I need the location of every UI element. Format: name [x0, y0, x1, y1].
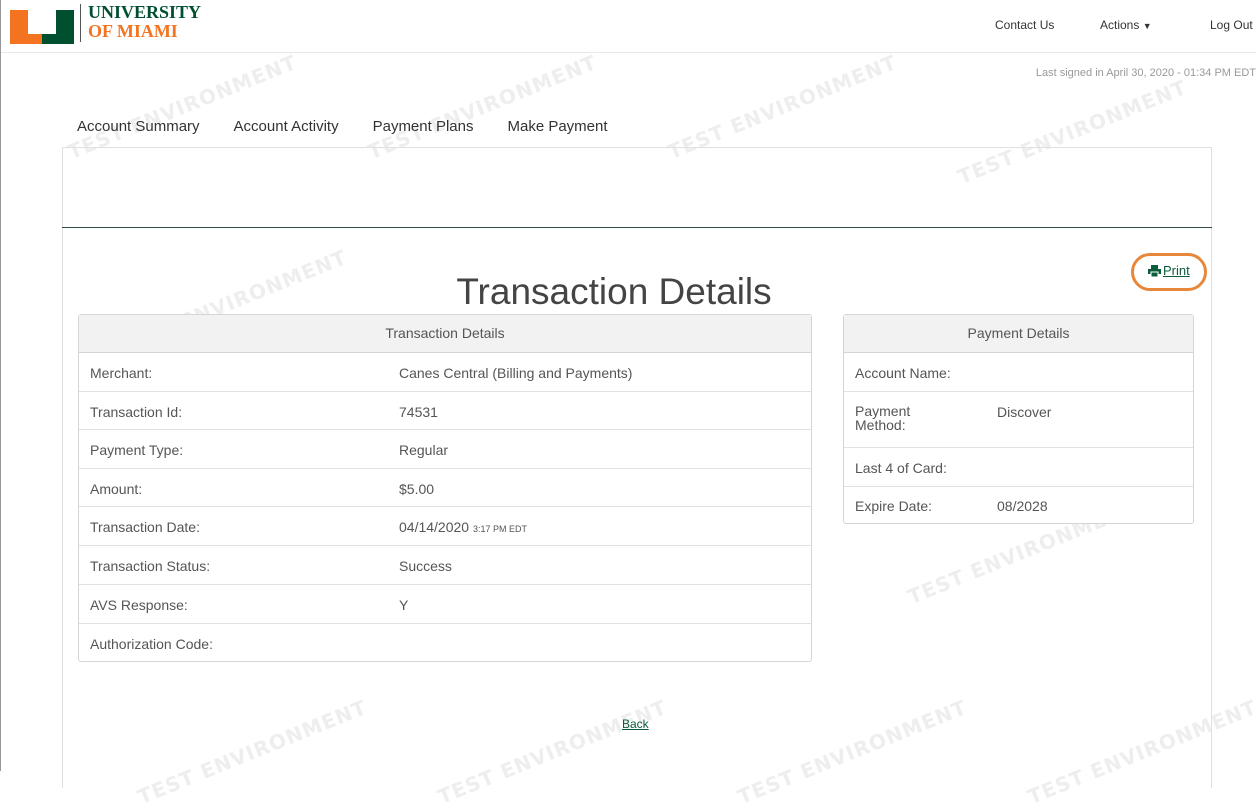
row-value: Y [399, 597, 409, 613]
transaction-date: 04/14/2020 [399, 519, 470, 535]
tab-payment-plans[interactable]: Payment Plans [373, 118, 474, 135]
row-label: Expire Date: [855, 498, 933, 514]
table-row: Amount: $5.00 [79, 469, 811, 507]
row-label: Transaction Id: [90, 404, 183, 420]
row-value: $5.00 [399, 481, 435, 497]
row-label: Payment Method: [855, 403, 911, 433]
table-row: Last 4 of Card: [844, 448, 1193, 487]
table-row: Transaction Id: 74531 [79, 392, 811, 430]
print-label: Print [1163, 263, 1190, 278]
tab-account-activity[interactable]: Account Activity [234, 118, 339, 135]
tab-account-summary[interactable]: Account Summary [77, 118, 200, 135]
table-row: Account Name: [844, 353, 1193, 392]
actions-label: Actions [1100, 18, 1140, 32]
row-value: 74531 [399, 404, 438, 420]
back-link[interactable]: Back [622, 717, 649, 731]
table-row: Transaction Status: Success [79, 546, 811, 585]
window-edge [0, 0, 1, 771]
logo-line1: UNIVERSITY [88, 2, 202, 22]
transaction-details-panel: Transaction Details Merchant: Canes Cent… [78, 314, 812, 662]
print-highlight: Print [1131, 253, 1207, 291]
contact-us-link[interactable]: Contact Us [995, 18, 1054, 32]
row-label: Authorization Code: [90, 636, 213, 652]
row-value: Success [399, 558, 452, 574]
table-row: AVS Response: Y [79, 585, 811, 624]
main-tabs: Account Summary Account Activity Payment… [77, 118, 642, 135]
row-value: Regular [399, 442, 449, 458]
row-label: Transaction Date: [90, 519, 200, 535]
table-row: Expire Date: 08/2028 [844, 487, 1193, 523]
row-label: Amount: [90, 481, 143, 497]
university-wordmark[interactable]: UNIVERSITY OF MIAMI [88, 3, 201, 41]
university-logo-icon[interactable] [10, 10, 74, 44]
logo-line2: OF MIAMI [88, 21, 178, 41]
last-signed-in: Last signed in April 30, 2020 - 01:34 PM… [1035, 67, 1256, 79]
row-label: Last 4 of Card: [855, 460, 947, 476]
printer-icon [1148, 264, 1161, 277]
payment-details-heading: Payment Details [844, 315, 1193, 353]
row-label: Account Name: [855, 365, 951, 381]
card-divider [62, 227, 1212, 228]
table-row: Transaction Date: 04/14/2020 3:17 PM EDT [79, 507, 811, 546]
row-label: Payment Type: [90, 442, 184, 458]
row-label: AVS Response: [90, 597, 188, 613]
logout-link[interactable]: Log Out [1210, 18, 1253, 32]
table-row: Payment Type: Regular [79, 430, 811, 469]
top-header: UNIVERSITY OF MIAMI Contact Us Actions ▼… [0, 0, 1256, 53]
caret-down-icon: ▼ [1142, 21, 1152, 31]
transaction-time: 3:17 PM EDT [472, 524, 527, 534]
row-value: Discover [997, 404, 1052, 420]
transaction-details-heading: Transaction Details [79, 315, 811, 353]
table-row: Payment Method: Discover [844, 392, 1193, 448]
print-link[interactable]: Print [1148, 263, 1190, 278]
row-value: 08/2028 [997, 498, 1048, 514]
table-row: Authorization Code: [79, 624, 811, 661]
actions-menu[interactable]: Actions ▼ [1100, 18, 1152, 32]
table-row: Merchant: Canes Central (Billing and Pay… [79, 353, 811, 392]
row-value: 04/14/2020 3:17 PM EDT [399, 519, 527, 535]
tab-make-payment[interactable]: Make Payment [507, 118, 607, 135]
payment-details-panel: Payment Details Account Name: Payment Me… [843, 314, 1194, 524]
logo-divider [80, 4, 81, 42]
row-value: Canes Central (Billing and Payments) [399, 365, 633, 381]
row-label: Transaction Status: [90, 558, 211, 574]
page-title: Transaction Details [456, 270, 772, 312]
row-label: Merchant: [90, 365, 153, 381]
